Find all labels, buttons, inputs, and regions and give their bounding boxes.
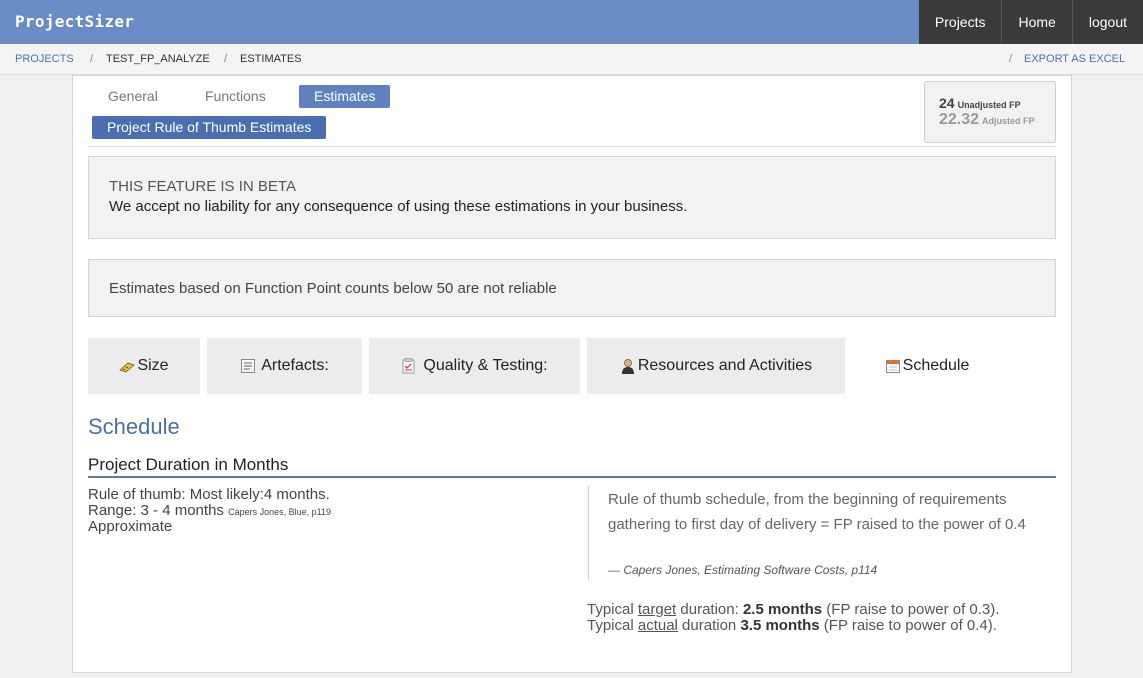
typical-mid: duration [677, 617, 741, 634]
export-excel-link[interactable]: EXPORT AS EXCEL [1024, 44, 1125, 74]
breadcrumb: PROJECTS / TEST_FP_ANALYZE / ESTIMATES /… [0, 44, 1143, 75]
feature-tab-label: Resources and Activities [637, 357, 813, 374]
document-icon [240, 358, 256, 374]
checklist-icon [401, 358, 417, 374]
beta-title: THIS FEATURE IS IN BETA [109, 178, 296, 195]
unadjusted-fp-label: Unadjusted FP [957, 100, 1021, 110]
divider [88, 146, 1056, 147]
unadjusted-fp-value: 24 [939, 95, 955, 111]
feature-tab-quality[interactable]: Quality & Testing: [369, 338, 580, 394]
actual-duration-value: 3.5 months [740, 617, 820, 634]
range-text: Range: 3 - 4 months [88, 502, 224, 519]
feature-tab-label: Schedule [902, 357, 970, 374]
tab-functions[interactable]: Functions [205, 85, 266, 108]
typical-mid: duration: [676, 601, 743, 618]
section-divider [88, 476, 1056, 478]
feature-tab-artefacts[interactable]: Artefacts: [207, 338, 362, 394]
top-navbar: ProjectSizer Projects Home logout [0, 0, 1143, 44]
ruler-icon [119, 358, 136, 374]
calendar-icon [885, 358, 901, 374]
most-likely-prefix: Rule of thumb: Most likely: [88, 486, 264, 503]
typical-prefix: Typical [587, 617, 638, 634]
feature-tab-size[interactable]: Size [88, 338, 200, 394]
tab-general[interactable]: General [108, 85, 158, 108]
breadcrumb-estimates: ESTIMATES [240, 53, 302, 65]
nav-logout[interactable]: logout [1071, 0, 1143, 44]
adjusted-fp-value: 22.32 [939, 111, 980, 128]
beta-body: We accept no liability for any consequen… [109, 198, 688, 215]
rule-quote: Rule of thumb schedule, from the beginni… [588, 486, 1044, 580]
most-likely-value: 4 months. [263, 486, 330, 503]
feature-tab-label: Quality & Testing: [423, 357, 548, 374]
unadjusted-fp: 24 Unadjusted FP [939, 95, 1021, 111]
typical-prefix: Typical [587, 601, 638, 618]
most-likely-line: Rule of thumb: Most likely:4 months. [88, 487, 330, 503]
nav-projects[interactable]: Projects [918, 0, 1002, 44]
feature-tab-label: Size [137, 357, 169, 374]
typical-actual-line: Typical actual duration 3.5 months (FP r… [587, 618, 997, 634]
nav-home[interactable]: Home [1001, 0, 1072, 44]
subtab-rule-of-thumb[interactable]: Project Rule of Thumb Estimates [92, 116, 327, 139]
quote-citation: — Capers Jones, Estimating Software Cost… [608, 563, 878, 577]
typical-target-line: Typical target duration: 2.5 months (FP … [587, 602, 999, 618]
reliability-warning-text: Estimates based on Function Point counts… [109, 280, 557, 297]
tab-estimates[interactable]: Estimates [299, 85, 391, 108]
adjusted-fp-label: Adjusted FP [982, 116, 1035, 126]
section-title: Schedule [88, 414, 180, 439]
reliability-warning: Estimates based on Function Point counts… [88, 259, 1056, 317]
beta-notice: THIS FEATURE IS IN BETA We accept no lia… [88, 156, 1056, 239]
app-brand[interactable]: ProjectSizer [15, 12, 134, 31]
feature-tab-resources[interactable]: Resources and Activities [587, 338, 845, 394]
target-word: target [637, 601, 677, 618]
breadcrumb-project[interactable]: TEST_FP_ANALYZE [106, 44, 210, 74]
breadcrumb-separator: / [224, 53, 228, 65]
feature-tab-schedule[interactable]: Schedule [852, 338, 1002, 394]
quote-text: Rule of thumb schedule, from the beginni… [608, 491, 1026, 533]
feature-tab-label: Artefacts: [261, 357, 329, 374]
section-subtitle: Project Duration in Months [88, 455, 289, 474]
fp-summary: 24 Unadjusted FP 22.32 Adjusted FP [924, 81, 1056, 143]
breadcrumb-separator: / [90, 53, 94, 65]
main-card: General Functions Estimates Project Rule… [72, 75, 1072, 673]
actual-word: actual [637, 617, 678, 634]
person-icon [620, 358, 636, 374]
approx-line: Approximate [88, 518, 173, 535]
adjusted-fp: 22.32 Adjusted FP [939, 111, 1035, 129]
typical-suffix: (FP raise to power of 0.3). [822, 601, 1000, 618]
typical-suffix: (FP raise to power of 0.4). [819, 617, 997, 634]
nav-links: Projects Home logout [918, 0, 1143, 44]
breadcrumb-separator: / [1009, 53, 1013, 65]
breadcrumb-projects[interactable]: PROJECTS [15, 44, 74, 74]
target-duration-value: 2.5 months [742, 601, 823, 618]
range-source: Capers Jones, Blue, p119 [228, 507, 331, 517]
